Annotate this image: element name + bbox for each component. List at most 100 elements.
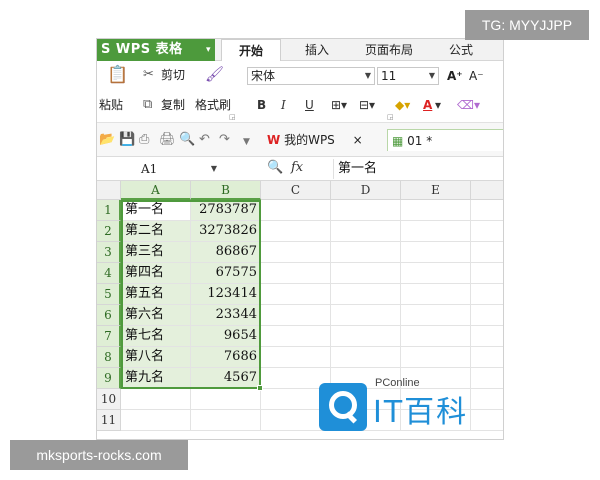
cell-a[interactable]: 第九名 xyxy=(121,368,191,389)
fill-handle[interactable] xyxy=(257,385,263,391)
column-header-f[interactable] xyxy=(471,181,503,200)
font-size-select[interactable]: 11 ▼ xyxy=(377,67,439,85)
borders-icon[interactable]: ⊞▾ xyxy=(331,97,347,113)
row-header[interactable]: 2 xyxy=(97,221,121,242)
cell-b[interactable]: 86867 xyxy=(191,242,261,263)
tab-home[interactable]: 开始 xyxy=(221,39,281,61)
row-header[interactable]: 4 xyxy=(97,263,121,284)
cell-a[interactable] xyxy=(121,410,191,431)
row-header[interactable]: 5 xyxy=(97,284,121,305)
undo-icon[interactable]: ↶ xyxy=(199,132,210,148)
cell-f[interactable] xyxy=(471,347,503,368)
column-header-c[interactable]: C xyxy=(261,181,331,200)
row-header[interactable]: 9 xyxy=(97,368,121,389)
cell-e[interactable] xyxy=(401,242,471,263)
cell-a[interactable]: 第二名 xyxy=(121,221,191,242)
cell-c[interactable] xyxy=(261,200,331,221)
tab-formulas[interactable]: 公式 xyxy=(431,39,491,61)
export-pdf-icon[interactable]: ⎙ xyxy=(139,132,149,148)
select-all-corner[interactable] xyxy=(97,181,121,200)
format-painter-icon[interactable]: 🖌 xyxy=(205,66,224,82)
cell-c[interactable] xyxy=(261,263,331,284)
tab-page-layout[interactable]: 页面布局 xyxy=(349,39,429,61)
cell-b[interactable]: 123414 xyxy=(191,284,261,305)
formula-input[interactable]: 第一名 xyxy=(333,159,503,179)
shrink-font-button[interactable]: A⁻ xyxy=(469,68,484,84)
row-header[interactable]: 6 xyxy=(97,305,121,326)
row-header[interactable]: 10 xyxy=(97,389,121,410)
cell-d[interactable] xyxy=(331,200,401,221)
doc-tab-my-wps[interactable]: W 我的WPS × xyxy=(263,129,385,151)
cell-a[interactable]: 第七名 xyxy=(121,326,191,347)
cell-d[interactable] xyxy=(331,326,401,347)
clear-format-icon[interactable]: ⌫▾ xyxy=(457,97,480,113)
open-folder-icon[interactable]: 📂 xyxy=(99,132,115,148)
cell-c[interactable] xyxy=(261,221,331,242)
cell-f[interactable] xyxy=(471,284,503,305)
cell-c[interactable] xyxy=(261,326,331,347)
cell-a[interactable]: 第一名 xyxy=(121,200,191,221)
cell-d[interactable] xyxy=(331,347,401,368)
italic-button[interactable]: I xyxy=(281,97,286,113)
cell-e[interactable] xyxy=(401,221,471,242)
cell-e[interactable] xyxy=(401,347,471,368)
cell-b[interactable]: 67575 xyxy=(191,263,261,284)
cell-c[interactable] xyxy=(261,284,331,305)
save-icon[interactable]: 💾 xyxy=(119,132,135,148)
cell-b[interactable]: 23344 xyxy=(191,305,261,326)
row-header[interactable]: 3 xyxy=(97,242,121,263)
name-box[interactable]: A1 ▼ xyxy=(97,159,225,179)
cell-b[interactable]: 7686 xyxy=(191,347,261,368)
cell-b[interactable]: 4567 xyxy=(191,368,261,389)
cell-c[interactable] xyxy=(261,242,331,263)
cell-e[interactable] xyxy=(401,263,471,284)
cell-e[interactable] xyxy=(401,284,471,305)
cell-f[interactable] xyxy=(471,326,503,347)
cell-b[interactable] xyxy=(191,410,261,431)
cell-c[interactable] xyxy=(261,347,331,368)
print-preview-icon[interactable]: 🔍 xyxy=(179,132,195,148)
row-header[interactable]: 11 xyxy=(97,410,121,431)
paste-icon[interactable]: 📋 xyxy=(107,67,128,84)
cell-b[interactable]: 3273826 xyxy=(191,221,261,242)
row-header[interactable]: 1 xyxy=(97,200,121,221)
chevron-down-icon[interactable]: ▾ xyxy=(435,97,441,113)
font-color-button[interactable]: A xyxy=(423,97,432,113)
cell-f[interactable] xyxy=(471,200,503,221)
row-header[interactable]: 8 xyxy=(97,347,121,368)
cell-f[interactable] xyxy=(471,263,503,284)
cell-e[interactable] xyxy=(401,200,471,221)
paste-button[interactable]: 粘贴 xyxy=(99,97,123,113)
wps-app-menu-button[interactable]: S WPS 表格 ▾ xyxy=(97,39,215,61)
cell-d[interactable] xyxy=(331,305,401,326)
insert-function-button[interactable]: fx xyxy=(291,160,303,176)
column-header-a[interactable]: A xyxy=(121,181,191,200)
bold-button[interactable]: B xyxy=(257,97,266,113)
format-painter-button[interactable]: 格式刷 xyxy=(195,97,231,113)
cell-f[interactable] xyxy=(471,221,503,242)
cell-a[interactable]: 第八名 xyxy=(121,347,191,368)
cut-button[interactable]: 剪切 xyxy=(161,67,185,83)
zoom-search-icon[interactable]: 🔍 xyxy=(267,160,283,176)
cell-a[interactable]: 第六名 xyxy=(121,305,191,326)
cell-f[interactable] xyxy=(471,242,503,263)
print-icon[interactable]: 🖨 xyxy=(159,132,176,148)
clipboard-group-expand-icon[interactable]: ◲ xyxy=(229,113,236,121)
doc-tab-01[interactable]: ▦ 01 * xyxy=(387,129,503,151)
tab-insert[interactable]: 插入 xyxy=(287,39,347,61)
font-group-expand-icon[interactable]: ◲ xyxy=(387,113,394,121)
cell-f[interactable] xyxy=(471,305,503,326)
copy-button[interactable]: 复制 xyxy=(161,97,185,113)
cell-c[interactable] xyxy=(261,305,331,326)
cell-a[interactable]: 第五名 xyxy=(121,284,191,305)
cell-d[interactable] xyxy=(331,284,401,305)
redo-icon[interactable]: ↷ xyxy=(219,132,230,148)
cell-b[interactable]: 2783787 xyxy=(191,200,261,221)
merge-cells-icon[interactable]: ⊟▾ xyxy=(359,97,375,113)
cell-e[interactable] xyxy=(401,326,471,347)
grow-font-button[interactable]: A⁺ xyxy=(447,68,463,84)
cell-b[interactable]: 9654 xyxy=(191,326,261,347)
fill-color-icon[interactable]: ◆▾ xyxy=(395,97,410,113)
cell-b[interactable] xyxy=(191,389,261,410)
cell-a[interactable]: 第三名 xyxy=(121,242,191,263)
